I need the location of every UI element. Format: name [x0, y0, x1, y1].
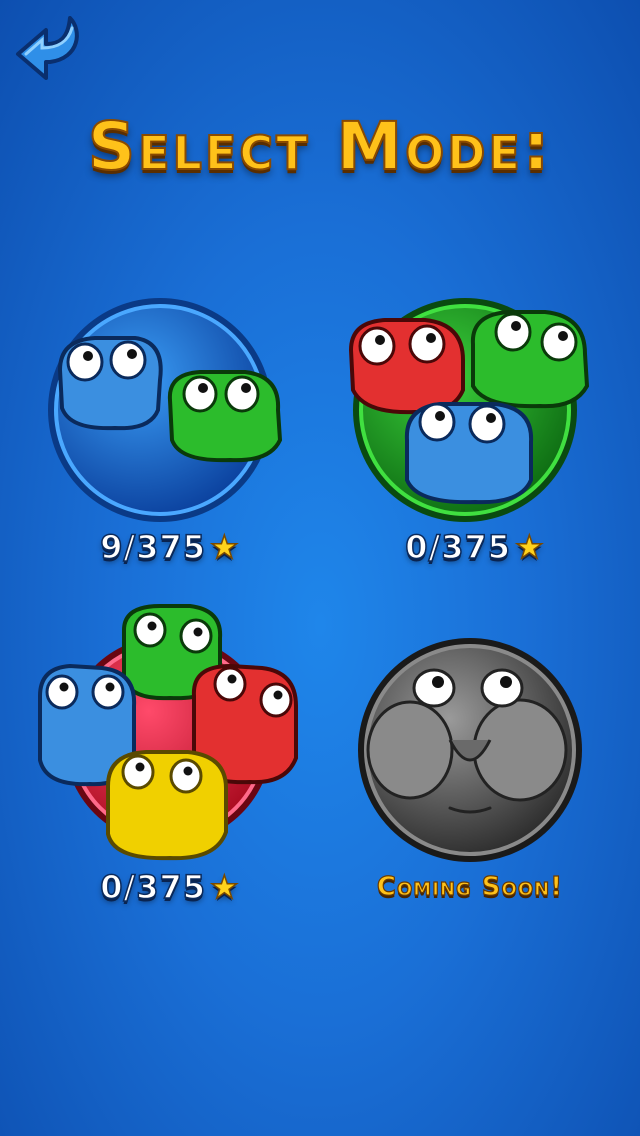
mode-three-color-button[interactable] [345, 290, 605, 550]
star-icon: ★ [209, 527, 240, 567]
mode-two-color-button[interactable] [40, 290, 300, 550]
progress-text: 9/375 [100, 527, 207, 567]
back-arrow-icon [16, 16, 79, 80]
progress-text: 0/375 [405, 527, 512, 567]
mode-four-color-icon [38, 604, 298, 861]
star-icon: ★ [209, 867, 240, 907]
locked-mode-icon [358, 638, 582, 862]
mode-four-color-button[interactable] [38, 604, 300, 870]
mode-locked-button[interactable] [350, 630, 610, 890]
mode-two-color-progress: 9/375 ★ [40, 527, 300, 567]
mode-two-color-icon [48, 298, 283, 522]
back-button[interactable] [10, 8, 90, 84]
page-title: Select Mode: [87, 107, 553, 186]
star-icon: ★ [514, 527, 545, 567]
mode-four-color-progress: 0/375 ★ [40, 867, 300, 907]
progress-text: 0/375 [100, 867, 207, 907]
coming-soon-label: Coming Soon! [376, 871, 564, 902]
mode-three-color-icon [348, 298, 590, 522]
mode-three-color-progress: 0/375 ★ [345, 527, 605, 567]
